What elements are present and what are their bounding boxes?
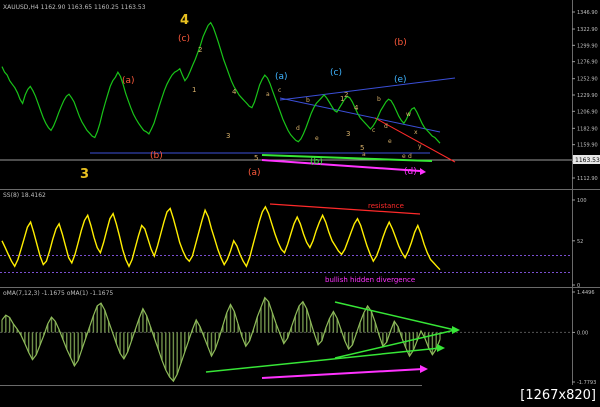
wave-small-2: 2 [198, 46, 202, 54]
wave-label-red-b-2: (b) [394, 38, 407, 48]
wave-small-db2: d [408, 153, 412, 160]
price-axis-tick-label: 1229.90 [577, 93, 598, 99]
chart-svg: XAUUSD,H4 1162.90 1163.65 1160.25 1163.5… [0, 0, 600, 407]
wave-label-blue-a: (a) [275, 72, 288, 82]
price-axis-tick-label: 1252.90 [577, 77, 598, 83]
header-text: XAUUSD,H4 1162.90 1163.65 1160.25 1163.5… [3, 4, 146, 11]
wave-label-blue-e: (e) [394, 75, 407, 85]
wave-small-w: w [406, 111, 411, 118]
macd-axis-tick-label: 0.00 [577, 330, 588, 336]
price-axis-tick-label: 1112.90 [577, 176, 598, 182]
wave-label-red-a: (a) [122, 76, 135, 86]
wave-small-4b: 4 [354, 104, 359, 112]
price-label: 1163.53 [575, 157, 600, 164]
stoch-divergence-label: bullish hidden divergence [325, 276, 415, 284]
wave-small-y: y [418, 143, 422, 150]
wave-label-blue-b: (b) [310, 157, 323, 167]
wave-small-eb2: e [388, 138, 392, 145]
background [0, 0, 600, 407]
wave-label-big-3: 3 [80, 167, 89, 182]
wave-small-b: b [306, 97, 310, 104]
price-axis-tick-label: 1159.90 [577, 143, 598, 149]
wave-label-red-b: (b) [150, 151, 163, 161]
price-axis-tick-label: 1182.90 [577, 126, 598, 132]
wave-small-1: 1 [192, 86, 196, 94]
wave-small-cb: c [372, 127, 375, 134]
wave-small-bb: b [377, 96, 381, 103]
macd-axis-tick-label: 1.4496 [577, 290, 595, 296]
price-axis-tick-label: 1276.90 [577, 60, 598, 66]
price-marker: 1163.53 [573, 155, 600, 164]
stoch-axis-tick-label: 52 [577, 239, 583, 245]
wave-label-red-a-2: (a) [248, 168, 261, 178]
stoch-axis-tick-label: 0 [577, 283, 580, 289]
wave-small-4: 4 [232, 88, 237, 96]
price-axis-tick-label: 1299.90 [577, 43, 598, 49]
wave-small-3b: 3 [346, 130, 350, 138]
wave-small-2b: 2 [344, 91, 348, 99]
stoch-title: SS(8) 18.4162 [3, 192, 46, 199]
macd-title: oMA(7,12,3) -1.1675 oMA(1) -1.1675 [3, 290, 113, 297]
wave-small-db: d [384, 123, 388, 130]
wave-small-5: 5 [254, 154, 258, 162]
wave-small-c: c [278, 87, 281, 94]
price-axis-tick-label: 1206.90 [577, 109, 598, 115]
wave-small-d: d [296, 125, 300, 132]
stoch-axis-tick-label: 100 [577, 198, 587, 204]
wave-small-3: 3 [226, 132, 230, 140]
chart-screenshot: { "colors": { "background": "#000000", "… [0, 0, 600, 407]
wave-label-big-4: 4 [180, 13, 189, 28]
watermark: [1267x820] http://uplc.me/ [422, 385, 600, 407]
wave-label-blue-d: (d) [404, 167, 417, 177]
wave-label-red-c: (c) [178, 34, 190, 44]
wave-small-a: a [266, 91, 270, 98]
wave-small-eb: e [402, 153, 406, 160]
price-axis-tick-label: 1346.90 [577, 10, 598, 16]
wave-label-blue-c: (c) [330, 68, 342, 78]
wave-small-ab: a [362, 151, 366, 158]
stoch-resistance-label: resistance [368, 202, 404, 210]
wave-small-x: x [414, 129, 418, 136]
price-axis-tick-label: 1322.90 [577, 27, 598, 33]
wave-small-e: e [315, 135, 319, 142]
